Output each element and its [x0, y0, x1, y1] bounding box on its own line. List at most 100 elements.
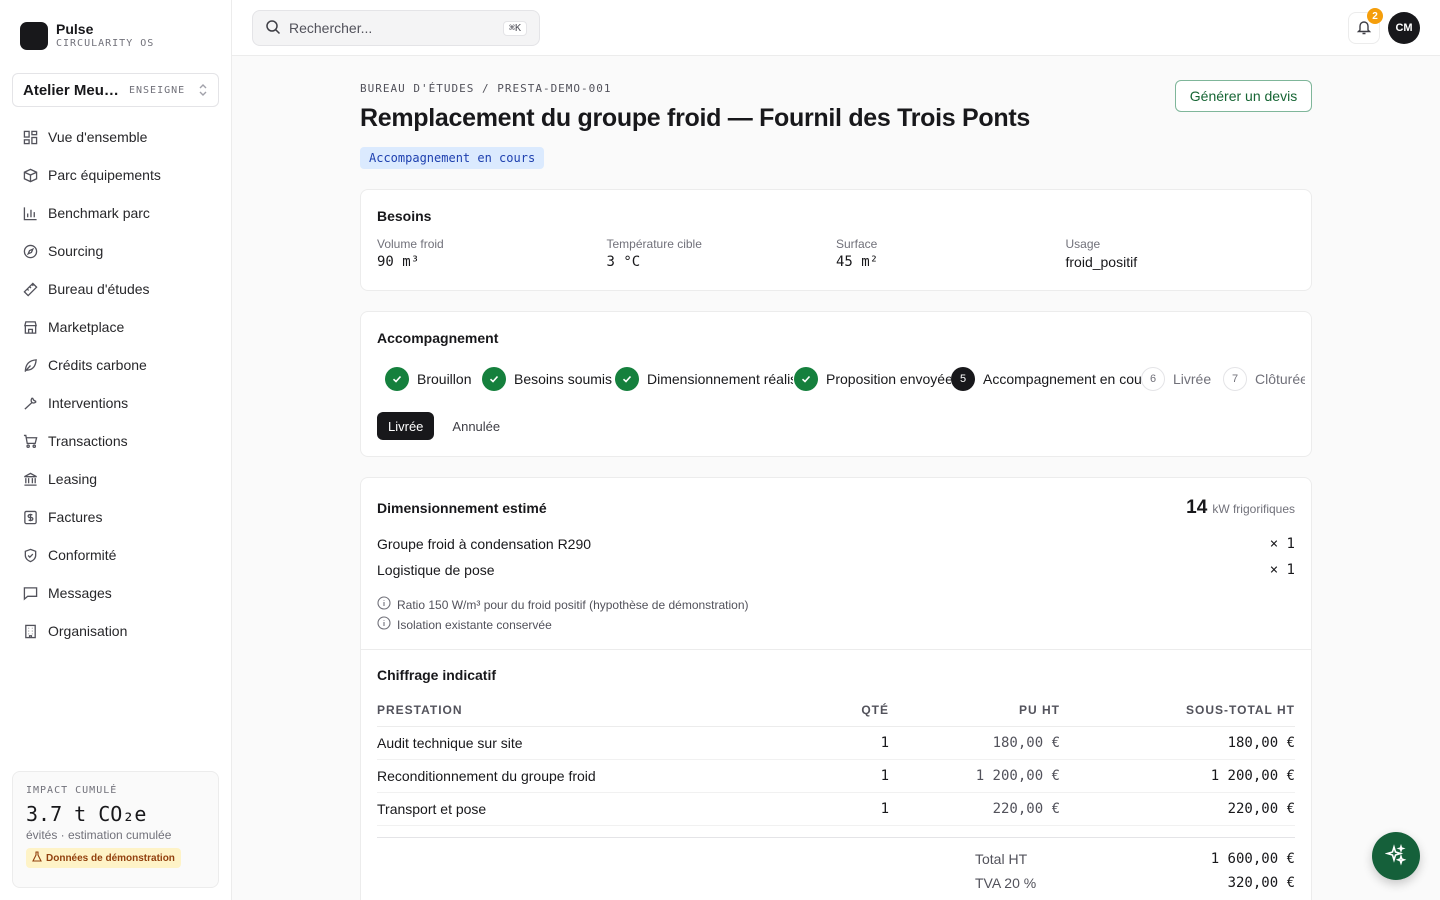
equipment-qty: × 1 [1269, 536, 1295, 552]
bar-chart-icon [22, 205, 38, 221]
mark-delivered-button[interactable]: Livrée [377, 412, 435, 440]
step-proposition-envoyee: Proposition envoyée [794, 366, 951, 392]
step-label: Dimensionnement réalisé [647, 371, 793, 387]
breadcrumb: BUREAU D'ÉTUDES / PRESTA-DEMO-001 [360, 82, 612, 95]
total-value: 320,00 € [1227, 875, 1295, 891]
step-dimensionnement: Dimensionnement réalisé [615, 366, 793, 392]
impact-subtitle: évités · estimation cumulée [26, 828, 172, 842]
check-icon [385, 367, 409, 391]
cell-prestation: Transport et pose [377, 792, 817, 826]
search-icon [265, 19, 281, 38]
sidebar-item-parc-equipements[interactable]: Parc équipements [12, 156, 219, 194]
cell-prestation: Audit technique sur site [377, 726, 817, 760]
dimensionnement-card: Dimensionnement estimé 14 kW frigorifiqu… [360, 477, 1312, 900]
sidebar-item-credits-carbone[interactable]: Crédits carbone [12, 346, 219, 384]
search-input[interactable]: Rechercher... ⌘K [252, 10, 540, 46]
leaf-icon [22, 357, 38, 373]
column-header-pu: PU HT [889, 694, 1060, 727]
sidebar-item-vue-ensemble[interactable]: Vue d'ensemble [12, 118, 219, 156]
sidebar-item-label: Bureau d'études [48, 281, 150, 297]
table-row: Reconditionnement du groupe froid 1 1 20… [377, 759, 1295, 793]
cell-qte: 1 [817, 726, 889, 760]
column-header-prestation: PRESTATION [377, 694, 817, 727]
status-badge: Accompagnement en cours [360, 147, 545, 169]
cell-pu: 180,00 € [889, 726, 1060, 760]
sidebar-item-conformite[interactable]: Conformité [12, 536, 219, 574]
check-icon [482, 367, 506, 391]
besoins-fields: Volume froid 90 m³ Température cible 3 °… [377, 237, 1295, 270]
table-header-row: PRESTATION QTÉ PU HT SOUS-TOTAL HT [377, 694, 1295, 727]
message-icon [22, 585, 38, 601]
cell-pu: 220,00 € [889, 792, 1060, 826]
step-label: Livrée [1173, 371, 1212, 387]
total-value: 1 600,00 € [1210, 851, 1295, 867]
accompagnement-title: Accompagnement [377, 330, 499, 346]
sidebar-item-label: Factures [48, 509, 103, 525]
search-shortcut: ⌘K [502, 20, 527, 36]
cell-sous-total: 220,00 € [1060, 792, 1295, 826]
shield-icon [22, 547, 38, 563]
sidebar-item-sourcing[interactable]: Sourcing [12, 232, 219, 270]
sidebar-item-benchmark-parc[interactable]: Benchmark parc [12, 194, 219, 232]
brand-name: Pulse [56, 21, 94, 37]
field-usage: Usage froid_positif [1066, 237, 1296, 270]
cart-icon [22, 433, 38, 449]
sidebar-item-messages[interactable]: Messages [12, 574, 219, 612]
power-unit: kW frigorifiques [1212, 502, 1295, 516]
sidebar-item-label: Interventions [48, 395, 129, 411]
step-label: Clôturée [1255, 371, 1305, 387]
field-temperature-cible: Température cible 3 °C [607, 237, 837, 270]
sidebar-item-transactions[interactable]: Transactions [12, 422, 219, 460]
sidebar-item-bureau-etudes[interactable]: Bureau d'études [12, 270, 219, 308]
generate-quote-button[interactable]: Générer un devis [1175, 80, 1312, 112]
check-icon [615, 367, 639, 391]
sidebar-item-leasing[interactable]: Leasing [12, 460, 219, 498]
cell-pu: 1 200,00 € [889, 759, 1060, 793]
box-icon [22, 167, 38, 183]
total-label: TVA 20 % [975, 875, 1037, 891]
mark-cancelled-button[interactable]: Annulée [440, 412, 512, 440]
impact-value: 3.7 t CO₂e [26, 802, 147, 826]
sidebar-item-label: Messages [48, 585, 112, 601]
step-besoins-soumis: Besoins soumis [482, 366, 612, 392]
bank-icon [22, 471, 38, 487]
step-livree: 6 Livrée [1141, 366, 1211, 392]
organization-name: Atelier Meunier [23, 81, 121, 99]
tva-row: TVA 20 % 320,00 € [377, 875, 1295, 899]
brand[interactable]: Pulse CIRCULARITY OS [20, 21, 154, 50]
column-header-sous-total: SOUS-TOTAL HT [1060, 694, 1295, 727]
cell-qte: 1 [817, 792, 889, 826]
demo-data-badge: Données de démonstration [26, 848, 181, 868]
avatar[interactable]: CM [1388, 12, 1420, 44]
sidebar-nav: Vue d'ensemble Parc équipements Benchmar… [12, 118, 219, 650]
step-brouillon: Brouillon [385, 366, 471, 392]
step-label: Brouillon [417, 371, 472, 387]
ai-assistant-button[interactable] [1372, 832, 1420, 880]
field-volume-froid: Volume froid 90 m³ [377, 237, 607, 270]
sparkles-icon [1384, 843, 1407, 869]
besoins-title: Besoins [377, 208, 432, 224]
chiffrage-title: Chiffrage indicatif [377, 667, 497, 683]
progress-stepper: Brouillon Besoins soumis Dimensionnement… [385, 366, 1305, 392]
sidebar-item-label: Organisation [48, 623, 128, 639]
sidebar-item-interventions[interactable]: Interventions [12, 384, 219, 422]
besoins-card: Besoins Volume froid 90 m³ Température c… [360, 189, 1312, 291]
equipment-line: Logistique de pose × 1 [377, 560, 1295, 580]
equipment-label: Logistique de pose [377, 562, 495, 578]
info-icon [377, 616, 391, 633]
sidebar-item-label: Transactions [48, 433, 128, 449]
cell-sous-total: 1 200,00 € [1060, 759, 1295, 793]
status-actions: Livrée Annulée [377, 412, 512, 440]
sidebar-item-organisation[interactable]: Organisation [12, 612, 219, 650]
column-header-qte: QTÉ [817, 694, 889, 727]
sidebar-item-factures[interactable]: Factures [12, 498, 219, 536]
organization-selector[interactable]: Atelier Meunier ENSEIGNE [12, 73, 219, 107]
assumption-note: Ratio 150 W/m³ pour du froid positif (hy… [377, 596, 749, 613]
pricing-table: PRESTATION QTÉ PU HT SOUS-TOTAL HT Audit… [377, 694, 1295, 826]
sidebar-item-label: Leasing [48, 471, 98, 487]
field-label: Volume froid [377, 237, 444, 251]
field-value: 45 m² [836, 254, 879, 270]
equipment-label: Groupe froid à condensation R290 [377, 536, 592, 552]
cell-sous-total: 180,00 € [1060, 726, 1295, 760]
sidebar-item-marketplace[interactable]: Marketplace [12, 308, 219, 346]
